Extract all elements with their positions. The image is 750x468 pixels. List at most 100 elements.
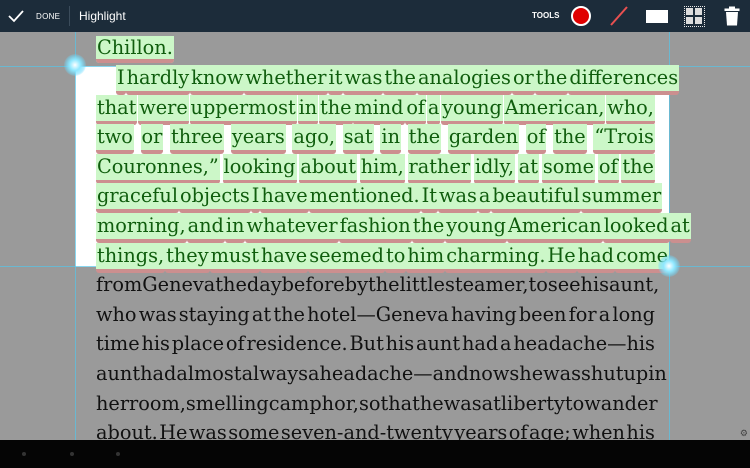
text-word: camphor, (268, 391, 359, 415)
text-word: he (419, 391, 444, 415)
highlighted-word: charming. (445, 242, 547, 273)
highlighted-word: was (343, 65, 384, 95)
text-word: long (612, 302, 655, 326)
text-word: now (468, 362, 510, 385)
delete-button[interactable] (720, 4, 744, 28)
line-tool-button[interactable] (604, 4, 634, 28)
selection-end-handle[interactable] (658, 255, 680, 277)
text-word: so (358, 391, 381, 415)
highlighted-word: the (553, 124, 587, 155)
highlighted-word: objects (179, 183, 251, 214)
text-word: from (96, 273, 143, 297)
text-line: about. He was some seven-and-twenty years of ag… (96, 420, 655, 440)
top-toolbar: DONE Highlight TOOLS (0, 0, 750, 32)
highlighted-word: rather (407, 153, 472, 184)
highlighted-word: of (525, 124, 547, 155)
text-word: the (215, 273, 247, 297)
text-line: her room, smelling camphor, so that he was at lib… (96, 391, 658, 417)
highlighted-word: American, (503, 94, 606, 125)
highlighted-word: mentioned. (308, 183, 421, 214)
text-word: day (246, 273, 282, 297)
text-word: Geneva (142, 273, 216, 297)
text-word: his (626, 421, 655, 440)
text-word: smelling (185, 391, 269, 415)
highlighted-word: to (384, 242, 407, 273)
done-button[interactable]: DONE (8, 0, 60, 32)
highlighted-word: young (445, 213, 507, 243)
system-nav-bar (0, 440, 750, 468)
toolbar-divider (69, 6, 70, 26)
highlighted-word: analogies (416, 65, 512, 95)
grid-tool-button[interactable] (682, 4, 706, 28)
highlighted-word: idly, (473, 153, 515, 184)
text-word: the (367, 273, 400, 297)
text-word: always (241, 362, 309, 385)
highlighted-word: who, (606, 94, 655, 125)
selection-start-handle[interactable] (64, 54, 86, 76)
highlighted-word: had (576, 242, 615, 273)
highlighted-word: sat (342, 124, 374, 155)
text-word: been (518, 302, 567, 326)
highlighted-line: Ihardly know whether it was the analogies or the… (116, 65, 680, 95)
text-word: to (528, 273, 548, 297)
highlighted-word: it (327, 65, 344, 95)
text-word: having (450, 302, 517, 326)
highlighted-word: the (621, 153, 655, 184)
highlighted-word: the (407, 124, 442, 155)
color-picker-red-button[interactable] (568, 4, 594, 28)
highlighted-word: the (318, 94, 353, 125)
highlighted-word: in (297, 94, 319, 125)
highlighted-line: Couronnes,” looking about him, rather idly, at… (96, 153, 655, 184)
highlighted-word: two (96, 124, 134, 155)
text-word: residence. (246, 332, 348, 356)
text-word: wander (584, 391, 658, 415)
highlighted-word: seemed (308, 242, 385, 273)
highlighted-word: fashion (338, 213, 412, 243)
trash-icon (724, 6, 740, 26)
highlighted-word: ago, (292, 124, 336, 155)
highlighted-word: whether (244, 65, 328, 95)
highlighted-word: whatever (245, 213, 339, 243)
text-word: But (349, 332, 384, 356)
highlighted-word: that (96, 94, 138, 125)
text-word: aunt (96, 362, 141, 385)
text-word: was (188, 421, 227, 440)
text-word: a (308, 362, 320, 385)
highlighted-word: beautiful (491, 183, 581, 214)
highlighted-word: Chillon. (96, 36, 174, 63)
highlighted-word: about (299, 153, 357, 184)
text-word: about. (96, 421, 158, 440)
text-word: in (648, 362, 667, 385)
highlighted-word: I (250, 183, 261, 214)
highlighted-word: He (546, 242, 577, 273)
reader-page[interactable]: Chillon. Ihardly know whether it was the analo… (0, 32, 750, 440)
highlighted-word: or (511, 65, 535, 95)
highlighted-word: looked (602, 213, 670, 243)
text-word: his (141, 332, 170, 356)
text-line: aunt had almost always a headache—and now she wa… (96, 361, 667, 387)
highlighted-word: uppermost (189, 94, 297, 125)
highlighted-word: know (190, 65, 245, 95)
text-word: time (96, 332, 140, 356)
rectangle-tool-button[interactable] (642, 4, 672, 28)
settings-icon[interactable]: ⚙ (740, 428, 748, 439)
highlighted-word: graceful (96, 183, 179, 214)
highlighted-word: young (441, 94, 503, 125)
text-word: of (225, 332, 245, 356)
highlighted-word: American (506, 213, 603, 243)
text-word: aunt, (609, 273, 660, 297)
text-word: her (96, 391, 130, 415)
grid-icon (683, 5, 705, 27)
text-line: from Geneva the day before by the little steamer… (96, 272, 659, 298)
text-word: little (399, 273, 445, 297)
checkmark-icon (8, 10, 24, 23)
highlighted-line: that were uppermost in the mind of a young Americ… (96, 94, 655, 125)
highlighted-word: morning, (96, 213, 187, 243)
text-word: she (509, 362, 544, 385)
highlighted-word: at (517, 153, 540, 184)
text-word: of (508, 421, 528, 440)
mode-title: Highlight (79, 9, 126, 23)
text-word: headache—and (319, 362, 469, 385)
highlighted-word: in (224, 213, 246, 243)
text-word: was (443, 391, 482, 415)
